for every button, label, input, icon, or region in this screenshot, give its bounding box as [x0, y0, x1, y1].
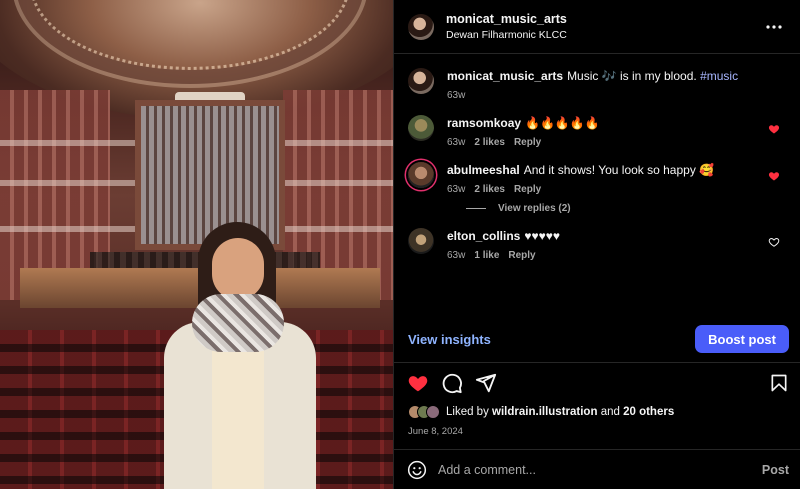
comment-row: elton_collins ♥♥♥♥♥ 63w 1 like Reply: [408, 228, 786, 261]
action-bar: [394, 362, 800, 402]
comment-body: abulmeeshal And it shows! You look so hap…: [447, 162, 786, 195]
commenter-avatar[interactable]: [408, 115, 434, 141]
more-options-button[interactable]: [762, 15, 786, 39]
comment-line: elton_collins ♥♥♥♥♥: [447, 228, 786, 244]
liked-by-and: and: [600, 406, 620, 418]
comment-likes[interactable]: 1 like: [474, 250, 499, 261]
post-dialog: monicat_music_arts Dewan Filharmonic KLC…: [0, 0, 800, 489]
comment-body: elton_collins ♥♥♥♥♥ 63w 1 like Reply: [447, 228, 786, 261]
comment-row: ramsomkoay 🔥🔥🔥🔥🔥 63w 2 likes Reply: [408, 115, 786, 148]
post-side-panel: monicat_music_arts Dewan Filharmonic KLC…: [393, 0, 800, 489]
heart-icon: [408, 375, 428, 391]
comment-time[interactable]: 63w: [447, 250, 465, 261]
comment-text: And it shows! You look so happy 🥰: [523, 163, 715, 177]
post-location[interactable]: Dewan Filharmonic KLCC: [446, 29, 762, 42]
comment-row: abulmeeshal And it shows! You look so hap…: [408, 162, 786, 195]
reply-button[interactable]: Reply: [514, 137, 541, 148]
share-icon: [475, 373, 497, 392]
comment-input[interactable]: [438, 462, 762, 477]
comment-text: ♥♥♥♥♥: [524, 229, 560, 243]
comment-line: abulmeeshal And it shows! You look so hap…: [447, 162, 786, 178]
comments-section[interactable]: monicat_music_arts Music 🎶 is in my blood…: [394, 54, 800, 312]
comment-meta: 63w 2 likes Reply: [447, 137, 786, 148]
bookmark-icon: [771, 374, 787, 391]
caption-username[interactable]: monicat_music_arts: [447, 69, 563, 83]
likes-summary: Liked by wildrain.illustration and 20 ot…: [408, 405, 674, 419]
comment-likes[interactable]: 2 likes: [474, 184, 505, 195]
view-replies-label: View replies (2): [498, 203, 571, 214]
comment-time[interactable]: 63w: [447, 184, 465, 195]
caption-line: monicat_music_arts Music 🎶 is in my blood…: [447, 68, 786, 84]
liker-avatars[interactable]: [408, 405, 440, 419]
comment-meta: 63w 2 likes Reply: [447, 184, 786, 195]
person-face: [212, 238, 264, 300]
liked-by-user[interactable]: wildrain.illustration: [492, 406, 597, 418]
comment-like-heart-icon[interactable]: [768, 170, 780, 182]
commenter-avatar[interactable]: [408, 228, 434, 254]
emoji-button[interactable]: [406, 459, 428, 481]
like-button[interactable]: [406, 371, 430, 395]
comment-like-heart-outline-icon[interactable]: [768, 236, 780, 248]
comment-icon: [442, 373, 462, 393]
view-replies-button[interactable]: View replies (2): [466, 203, 786, 214]
comment-meta: 63w 1 like Reply: [447, 250, 786, 261]
emoji-icon: [407, 460, 427, 479]
boost-post-button[interactable]: Boost post: [695, 325, 789, 353]
caption-avatar[interactable]: [408, 68, 434, 94]
commenter-avatar[interactable]: [408, 162, 434, 188]
photo-person: [160, 222, 320, 489]
post-comment-button[interactable]: Post: [762, 463, 789, 477]
caption-hashtag[interactable]: #music: [700, 69, 738, 83]
comment-text: 🔥🔥🔥🔥🔥: [525, 116, 600, 130]
comment-line: ramsomkoay 🔥🔥🔥🔥🔥: [447, 115, 786, 131]
save-button[interactable]: [767, 371, 791, 395]
author-username[interactable]: monicat_music_arts: [446, 12, 762, 27]
caption-meta: 63w: [447, 90, 786, 101]
insights-bar: View insights Boost post: [394, 322, 800, 356]
post-photo[interactable]: [0, 0, 393, 489]
comment-likes[interactable]: 2 likes: [474, 137, 505, 148]
liked-by-label: Liked by: [446, 406, 489, 418]
person-scarf: [192, 294, 284, 352]
replies-divider: [466, 208, 486, 209]
reply-button[interactable]: Reply: [508, 250, 535, 261]
add-comment-bar: Post: [394, 449, 800, 489]
commenter-username[interactable]: elton_collins: [447, 229, 520, 243]
more-icon: [766, 24, 782, 29]
person-top: [212, 346, 264, 489]
comment-like-heart-icon[interactable]: [768, 123, 780, 135]
caption-time[interactable]: 63w: [447, 90, 465, 101]
reply-button[interactable]: Reply: [514, 184, 541, 195]
post-date[interactable]: June 8, 2024: [408, 426, 463, 437]
author-avatar[interactable]: [408, 13, 434, 40]
comment-body: ramsomkoay 🔥🔥🔥🔥🔥 63w 2 likes Reply: [447, 115, 786, 148]
caption-row: monicat_music_arts Music 🎶 is in my blood…: [408, 68, 786, 101]
commenter-username[interactable]: abulmeeshal: [447, 163, 520, 177]
header-text: monicat_music_arts Dewan Filharmonic KLC…: [446, 12, 762, 42]
share-button[interactable]: [474, 371, 498, 395]
commenter-username[interactable]: ramsomkoay: [447, 116, 521, 130]
caption-text: Music 🎶 is in my blood.: [567, 69, 697, 83]
post-header: monicat_music_arts Dewan Filharmonic KLC…: [394, 0, 800, 54]
comment-time[interactable]: 63w: [447, 137, 465, 148]
liker-avatar: [426, 405, 440, 419]
liked-by-others[interactable]: 20 others: [623, 406, 674, 418]
comment-button[interactable]: [440, 371, 464, 395]
view-insights-link[interactable]: View insights: [408, 332, 491, 347]
caption-body: monicat_music_arts Music 🎶 is in my blood…: [447, 68, 786, 101]
